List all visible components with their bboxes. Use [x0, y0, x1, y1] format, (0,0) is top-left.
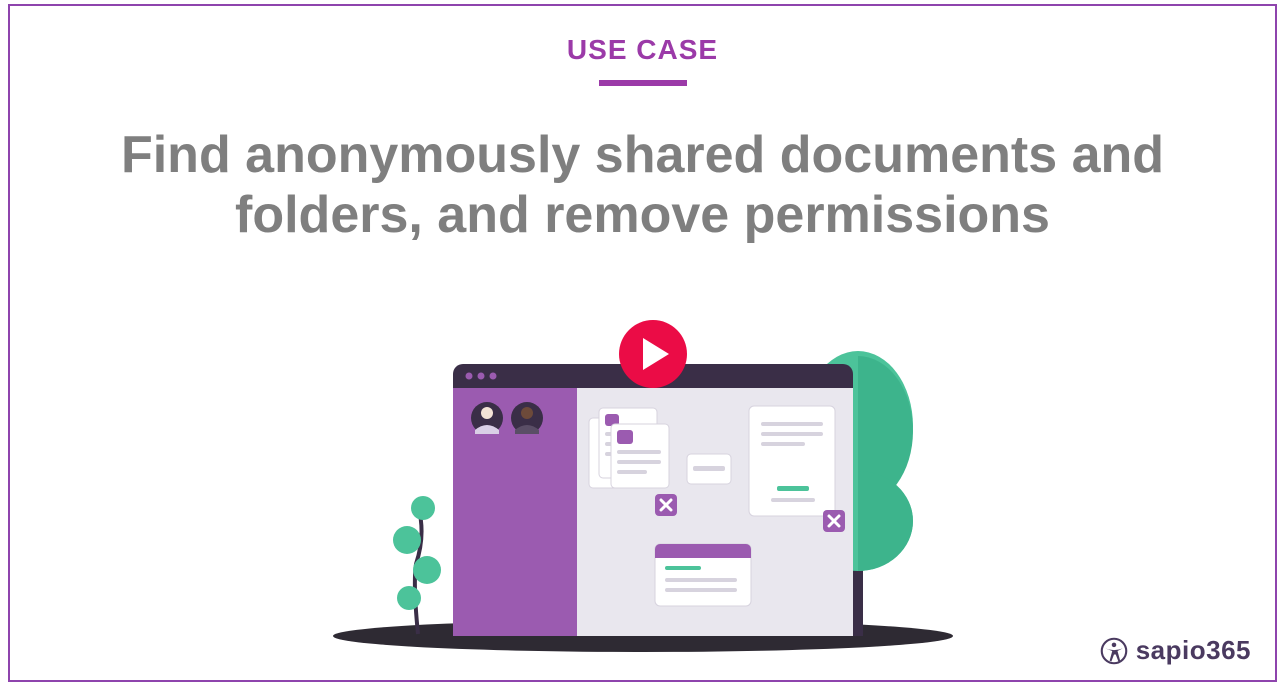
promo-card: USE CASE Find anonymously shared documen…: [8, 4, 1277, 682]
doc-small: [687, 454, 731, 484]
brand-mark: sapio365: [1100, 635, 1251, 666]
accent-rule: [599, 80, 687, 86]
headline: Find anonymously shared documents and fo…: [10, 126, 1275, 246]
doc-large: [749, 406, 835, 516]
illustration: [283, 296, 1003, 656]
doc-stack-1: [589, 408, 669, 488]
play-button[interactable]: [619, 320, 687, 388]
brand-text: sapio365: [1136, 635, 1251, 666]
close-chip-2: [823, 510, 845, 532]
browser-window: [453, 364, 853, 636]
avatar-1: [471, 402, 503, 434]
plant-small: [393, 496, 441, 634]
accessibility-icon: [1100, 637, 1128, 665]
avatar-2: [511, 402, 543, 434]
eyebrow-label: USE CASE: [10, 34, 1275, 66]
illustration-svg: [283, 296, 1003, 656]
close-chip-1: [655, 494, 677, 516]
doc-header-card: [655, 544, 751, 606]
